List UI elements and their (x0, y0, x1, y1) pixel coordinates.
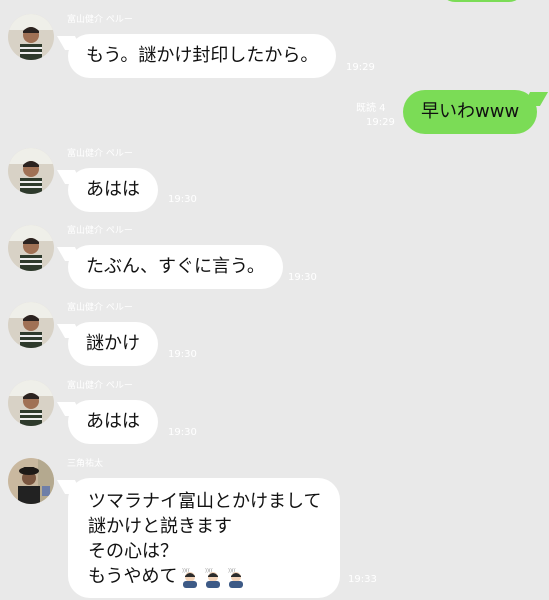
avatar-photo-icon (8, 225, 54, 271)
message-bubble-outgoing-partial[interactable] (440, 0, 524, 2)
bowing-person-icon: ))(( (202, 567, 224, 589)
sender-name: 富山健介 ペルー (67, 15, 133, 25)
message-text: 早いわwww (421, 101, 520, 122)
avatar-photo-icon (8, 380, 54, 426)
avatar[interactable] (8, 225, 54, 271)
message-text: あはは (86, 411, 140, 432)
message-bubble-incoming[interactable]: 謎かけ (68, 322, 158, 366)
sender-name: 富山健介 ペルー (67, 381, 133, 391)
read-receipt: 既読 4 (356, 103, 386, 114)
avatar[interactable] (8, 458, 54, 504)
message-bubble-outgoing[interactable]: 早いわwww (403, 90, 538, 134)
message-timestamp: 19:29 (366, 117, 395, 128)
avatar[interactable] (8, 302, 54, 348)
sender-name: 富山健介 ペルー (67, 226, 133, 236)
message-bubble-incoming[interactable]: もう。謎かけ封印したから。 (68, 34, 337, 78)
message-text-line: もうやめて (88, 566, 178, 587)
sender-name: 富山健介 ペルー (67, 303, 133, 313)
avatar-photo-icon (8, 302, 54, 348)
message-text: もう。謎かけ封印したから。 (86, 45, 319, 66)
sender-name: 富山健介 ペルー (67, 149, 133, 159)
message-timestamp: 19:30 (168, 194, 197, 205)
emoji-group: ))(())(())(( (179, 565, 248, 590)
message-text: あはは (86, 179, 140, 200)
avatar[interactable] (8, 380, 54, 426)
avatar[interactable] (8, 148, 54, 194)
message-timestamp: 19:33 (348, 574, 377, 585)
avatar-photo-icon (8, 148, 54, 194)
avatar-photo-icon (8, 14, 54, 60)
avatar[interactable] (8, 14, 54, 60)
message-text: たぶん、すぐに言う。 (86, 256, 265, 277)
message-text-line: 謎かけと説きます (88, 516, 232, 537)
bowing-person-icon: ))(( (225, 567, 247, 589)
message-bubble-incoming[interactable]: あはは (68, 168, 158, 212)
message-bubble-incoming[interactable]: あはは (68, 400, 158, 444)
message-bubble-incoming[interactable]: ツマラナイ富山とかけまして 謎かけと説きます その心は？ もうやめて))(())… (68, 478, 340, 598)
message-text-line-with-emoji: もうやめて))(())(())(( (88, 564, 320, 590)
avatar-photo-icon (8, 458, 54, 504)
message-bubble-incoming[interactable]: たぶん、すぐに言う。 (68, 245, 283, 289)
message-text: 謎かけ (86, 333, 140, 354)
bowing-person-icon: ))(( (179, 567, 201, 589)
message-timestamp: 19:30 (168, 427, 197, 438)
message-timestamp: 19:30 (288, 272, 317, 283)
sender-name: 三角祐太 (67, 459, 104, 469)
message-text-line: ツマラナイ富山とかけまして (88, 491, 322, 512)
message-timestamp: 19:29 (346, 62, 375, 73)
message-timestamp: 19:30 (168, 349, 197, 360)
message-text-line: その心は？ (88, 541, 178, 562)
chat-timeline[interactable]: 富山健介 ペルー もう。謎かけ封印したから。 19:29 既読 4 19:29 … (0, 0, 549, 600)
